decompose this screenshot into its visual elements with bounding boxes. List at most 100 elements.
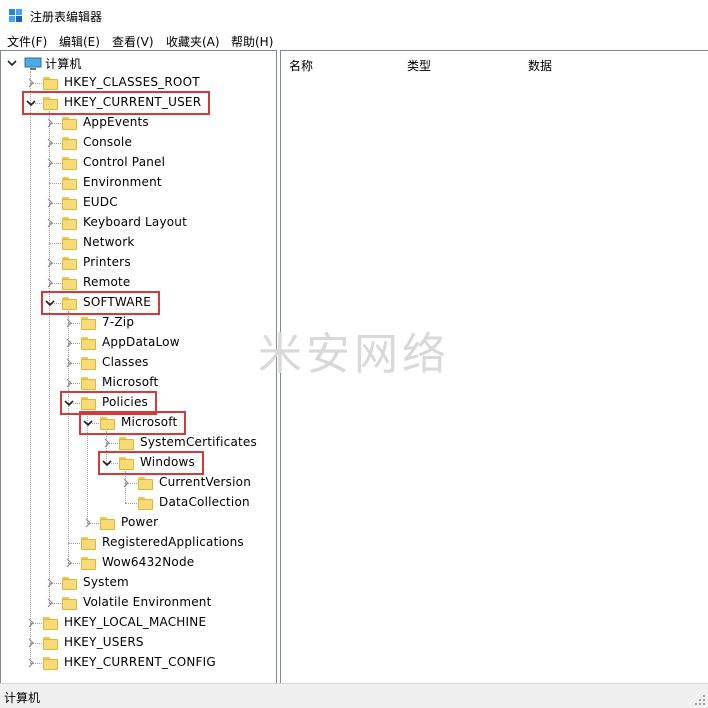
tree-node[interactable]: Remote — [1, 273, 276, 293]
tree-node[interactable]: Wow6432Node — [1, 553, 276, 573]
tree-node[interactable]: 7-Zip — [1, 313, 276, 333]
tree-node-label: Remote — [83, 275, 131, 289]
title-bar: 注册表编辑器 — [0, 0, 708, 32]
chevron-right-icon[interactable] — [62, 336, 76, 350]
folder-icon — [138, 497, 154, 510]
chevron-right-icon[interactable] — [24, 656, 38, 670]
highlight-box — [79, 411, 187, 435]
chevron-right-icon[interactable] — [43, 256, 57, 270]
folder-icon — [62, 597, 78, 610]
chevron-down-icon[interactable] — [5, 56, 19, 70]
folder-icon — [81, 377, 97, 390]
tree-node-label: HKEY_CLASSES_ROOT — [64, 75, 200, 89]
menu-help[interactable]: 帮助(H) — [231, 33, 273, 50]
chevron-right-icon[interactable] — [24, 76, 38, 90]
tree-node-label: SystemCertificates — [140, 435, 257, 449]
tree-node-label: CurrentVersion — [159, 475, 251, 489]
tree-node[interactable]: Volatile Environment — [1, 593, 276, 613]
chevron-right-icon[interactable] — [43, 576, 57, 590]
highlight-box — [22, 91, 211, 115]
tree-node[interactable]: SystemCertificates — [1, 433, 276, 453]
folder-icon — [62, 117, 78, 130]
tree-node-label: EUDC — [83, 195, 118, 209]
tree-node[interactable]: Microsoft — [1, 373, 276, 393]
menu-favorites[interactable]: 收藏夹(A) — [166, 33, 220, 50]
tree-node[interactable]: Classes — [1, 353, 276, 373]
tree-node[interactable]: Keyboard Layout — [1, 213, 276, 233]
tree-node-label: Console — [83, 135, 133, 149]
tree-node[interactable]: EUDC — [1, 193, 276, 213]
tree-node[interactable]: Environment — [1, 173, 276, 193]
chevron-right-icon[interactable] — [43, 116, 57, 130]
tree-node-label: Wow6432Node — [102, 555, 195, 569]
tree-node[interactable]: Power — [1, 513, 276, 533]
tree-node[interactable]: HKEY_CLASSES_ROOT — [1, 73, 276, 93]
chevron-right-icon[interactable] — [43, 196, 57, 210]
tree-node[interactable]: Console — [1, 133, 276, 153]
chevron-right-icon[interactable] — [62, 356, 76, 370]
folder-icon — [81, 337, 97, 350]
chevron-right-icon[interactable] — [119, 476, 133, 490]
folder-icon — [43, 637, 59, 650]
watermark: 米安网络 — [258, 329, 450, 380]
chevron-right-icon[interactable] — [81, 516, 95, 530]
tree-node-label: HKEY_LOCAL_MACHINE — [64, 615, 207, 629]
chevron-right-icon[interactable] — [43, 136, 57, 150]
tree-node-label: Control Panel — [83, 155, 166, 169]
tree-node[interactable]: HKEY_CURRENT_CONFIG — [1, 653, 276, 673]
chevron-right-icon[interactable] — [62, 376, 76, 390]
tree-node[interactable]: Control Panel — [1, 153, 276, 173]
tree-node-label: AppDataLow — [102, 335, 180, 349]
folder-icon — [62, 577, 78, 590]
tree-node[interactable]: System — [1, 573, 276, 593]
chevron-right-icon[interactable] — [43, 276, 57, 290]
chevron-right-icon[interactable] — [43, 216, 57, 230]
tree-node-label: HKEY_USERS — [64, 635, 144, 649]
chevron-right-icon[interactable] — [24, 636, 38, 650]
folder-icon — [81, 317, 97, 330]
tree-node[interactable]: HKEY_USERS — [1, 633, 276, 653]
chevron-right-icon[interactable] — [100, 436, 114, 450]
folder-icon — [62, 237, 78, 250]
folder-icon — [62, 257, 78, 270]
registry-tree[interactable]: 计算机 HKEY_CLASSES_ROOT HKEY_CURRENT_USER App… — [0, 50, 277, 684]
chevron-right-icon[interactable] — [62, 556, 76, 570]
folder-icon — [138, 477, 154, 490]
chevron-right-icon[interactable] — [43, 156, 57, 170]
tree-node[interactable]: AppEvents — [1, 113, 276, 133]
folder-icon — [100, 517, 116, 530]
tree-node-label: System — [83, 575, 129, 589]
folder-icon — [62, 137, 78, 150]
folder-icon — [62, 277, 78, 290]
menu-edit[interactable]: 编辑(E) — [59, 33, 100, 50]
highlight-box — [98, 451, 204, 475]
tree-node[interactable]: HKEY_LOCAL_MACHINE — [1, 613, 276, 633]
chevron-right-icon[interactable] — [43, 596, 57, 610]
tree-connector-line — [125, 503, 137, 504]
tree-node[interactable]: Network — [1, 233, 276, 253]
chevron-right-icon[interactable] — [62, 316, 76, 330]
tree-connector-line — [49, 183, 61, 184]
chevron-right-icon[interactable] — [24, 616, 38, 630]
tree-node[interactable]: RegisteredApplications — [1, 533, 276, 553]
tree-node[interactable]: DataCollection — [1, 493, 276, 513]
tree-node-label: HKEY_CURRENT_CONFIG — [64, 655, 216, 669]
tree-node-label: 计算机 — [45, 57, 82, 71]
menu-view[interactable]: 查看(V) — [112, 33, 154, 50]
column-data-header[interactable]: 数据 — [528, 57, 552, 74]
regedit-icon — [9, 9, 22, 22]
folder-icon — [62, 217, 78, 230]
folder-icon — [81, 557, 97, 570]
column-name-header[interactable]: 名称 — [289, 57, 313, 74]
tree-node[interactable]: CurrentVersion — [1, 473, 276, 493]
column-type-header[interactable]: 类型 — [407, 57, 431, 74]
tree-node-label: Environment — [83, 175, 162, 189]
status-bar: 计算机 — [0, 683, 708, 708]
tree-node-label: Keyboard Layout — [83, 215, 188, 229]
tree-node[interactable]: 计算机 — [1, 53, 276, 73]
tree-node[interactable]: AppDataLow — [1, 333, 276, 353]
tree-node[interactable]: Printers — [1, 253, 276, 273]
computer-icon — [24, 57, 42, 70]
menu-file[interactable]: 文件(F) — [7, 33, 47, 50]
resize-grip-icon[interactable] — [695, 695, 705, 705]
